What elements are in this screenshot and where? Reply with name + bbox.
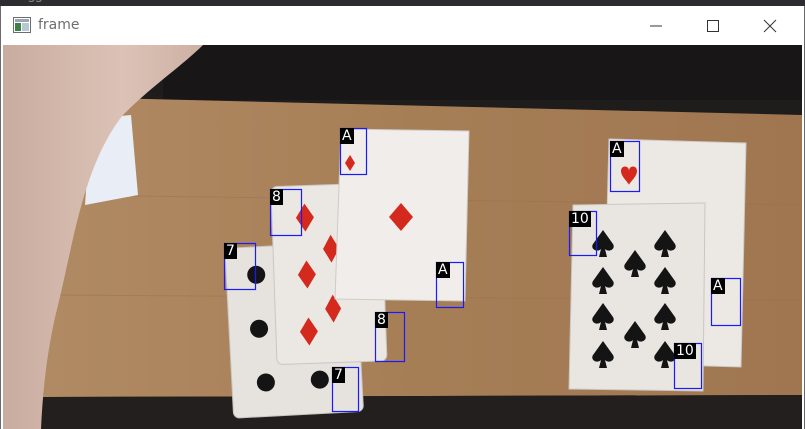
detection-label: 8 <box>270 189 283 205</box>
title-bar[interactable]: frame <box>1 6 804 45</box>
detection-label: A <box>340 128 354 144</box>
opencv-window-icon <box>13 17 31 33</box>
camera-frame-image <box>3 45 802 429</box>
detection-label: 7 <box>224 243 237 259</box>
minimize-icon <box>650 25 662 27</box>
card-10-spades <box>568 202 706 392</box>
window-title: frame <box>38 17 80 33</box>
minimize-button[interactable] <box>633 6 679 45</box>
detection-label: 7 <box>332 367 345 383</box>
maximize-icon <box>707 20 719 32</box>
frame-window: frame A 8 7 A 8 7 A 10 A 10 <box>0 6 805 429</box>
detection-label: A <box>711 278 725 294</box>
camera-frame-view: A 8 7 A 8 7 A 10 A 10 <box>3 45 802 429</box>
detection-label: 10 <box>569 211 591 227</box>
maximize-button[interactable] <box>690 6 736 45</box>
detection-label: A <box>610 141 624 157</box>
line-number: 33 <box>28 0 42 5</box>
detection-label: 8 <box>375 312 388 328</box>
close-button[interactable] <box>747 6 793 45</box>
detection-label: 10 <box>674 343 696 359</box>
detection-label: A <box>436 262 450 278</box>
close-icon <box>763 19 777 33</box>
